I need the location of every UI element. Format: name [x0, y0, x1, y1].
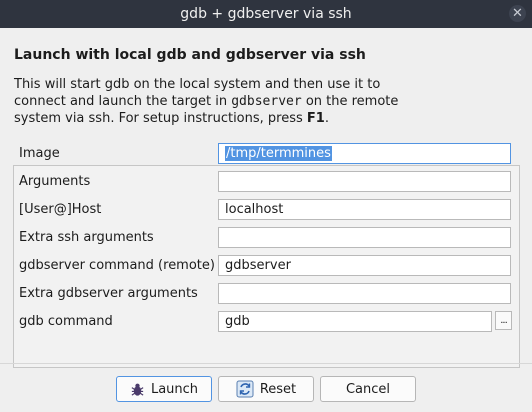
- host-field[interactable]: localhost: [218, 199, 511, 220]
- refresh-icon: [236, 380, 254, 398]
- button-bar-separator: [0, 363, 532, 364]
- gdb-command-field[interactable]: gdb: [218, 311, 492, 332]
- arguments-label: Arguments: [19, 174, 91, 189]
- dialog-description: This will start gdb on the local system …: [14, 76, 514, 127]
- cancel-button-label: Cancel: [345, 381, 391, 397]
- description-line-1: This will start gdb on the local system …: [14, 77, 381, 92]
- gdb-command-label: gdb command: [19, 314, 113, 329]
- reset-button[interactable]: Reset: [218, 376, 314, 402]
- description-line-3-post: .: [324, 111, 329, 126]
- extra-ssh-label: Extra ssh arguments: [19, 230, 154, 245]
- description-line-2-pre: connect and launch the target in: [14, 94, 232, 109]
- description-line-3-pre: system via ssh. For setup instructions, …: [14, 111, 307, 126]
- gdb-command-browse-button[interactable]: ...: [495, 311, 512, 330]
- window-title: gdb + gdbserver via ssh: [180, 6, 352, 22]
- extra-ssh-field[interactable]: [218, 227, 511, 248]
- reset-button-label: Reset: [259, 381, 297, 397]
- cancel-button[interactable]: Cancel: [320, 376, 416, 402]
- title-bar: gdb + gdbserver via ssh ✕: [0, 0, 532, 28]
- image-field-value: /tmp/termmines: [225, 146, 332, 161]
- extra-gdbserver-label: Extra gdbserver arguments: [19, 286, 198, 301]
- gdbserver-command-field-value: gdbserver: [225, 258, 291, 273]
- description-code-gdbserver: gdbserver: [231, 94, 302, 109]
- image-field[interactable]: /tmp/termmines: [218, 143, 511, 164]
- close-button[interactable]: ✕: [509, 5, 526, 22]
- bug-icon: [131, 383, 144, 396]
- host-label: [User@]Host: [19, 202, 102, 217]
- launch-button[interactable]: Launch: [116, 376, 212, 402]
- dialog-heading: Launch with local gdb and gdbserver via …: [14, 47, 366, 63]
- description-key-f1: F1: [306, 111, 325, 126]
- gdb-command-field-value: gdb: [225, 314, 250, 329]
- gdbserver-command-label: gdbserver command (remote): [19, 258, 215, 273]
- extra-gdbserver-field[interactable]: [218, 283, 511, 304]
- host-field-value: localhost: [225, 202, 284, 217]
- gdbserver-command-field[interactable]: gdbserver: [218, 255, 511, 276]
- image-label: Image: [19, 146, 60, 161]
- arguments-field[interactable]: [218, 171, 511, 192]
- description-line-2-post: on the remote: [301, 94, 399, 109]
- ellipsis-icon: ...: [500, 315, 507, 326]
- launch-button-label: Launch: [150, 381, 199, 397]
- close-icon: ✕: [512, 6, 523, 21]
- dialog-content: Launch with local gdb and gdbserver via …: [0, 28, 532, 412]
